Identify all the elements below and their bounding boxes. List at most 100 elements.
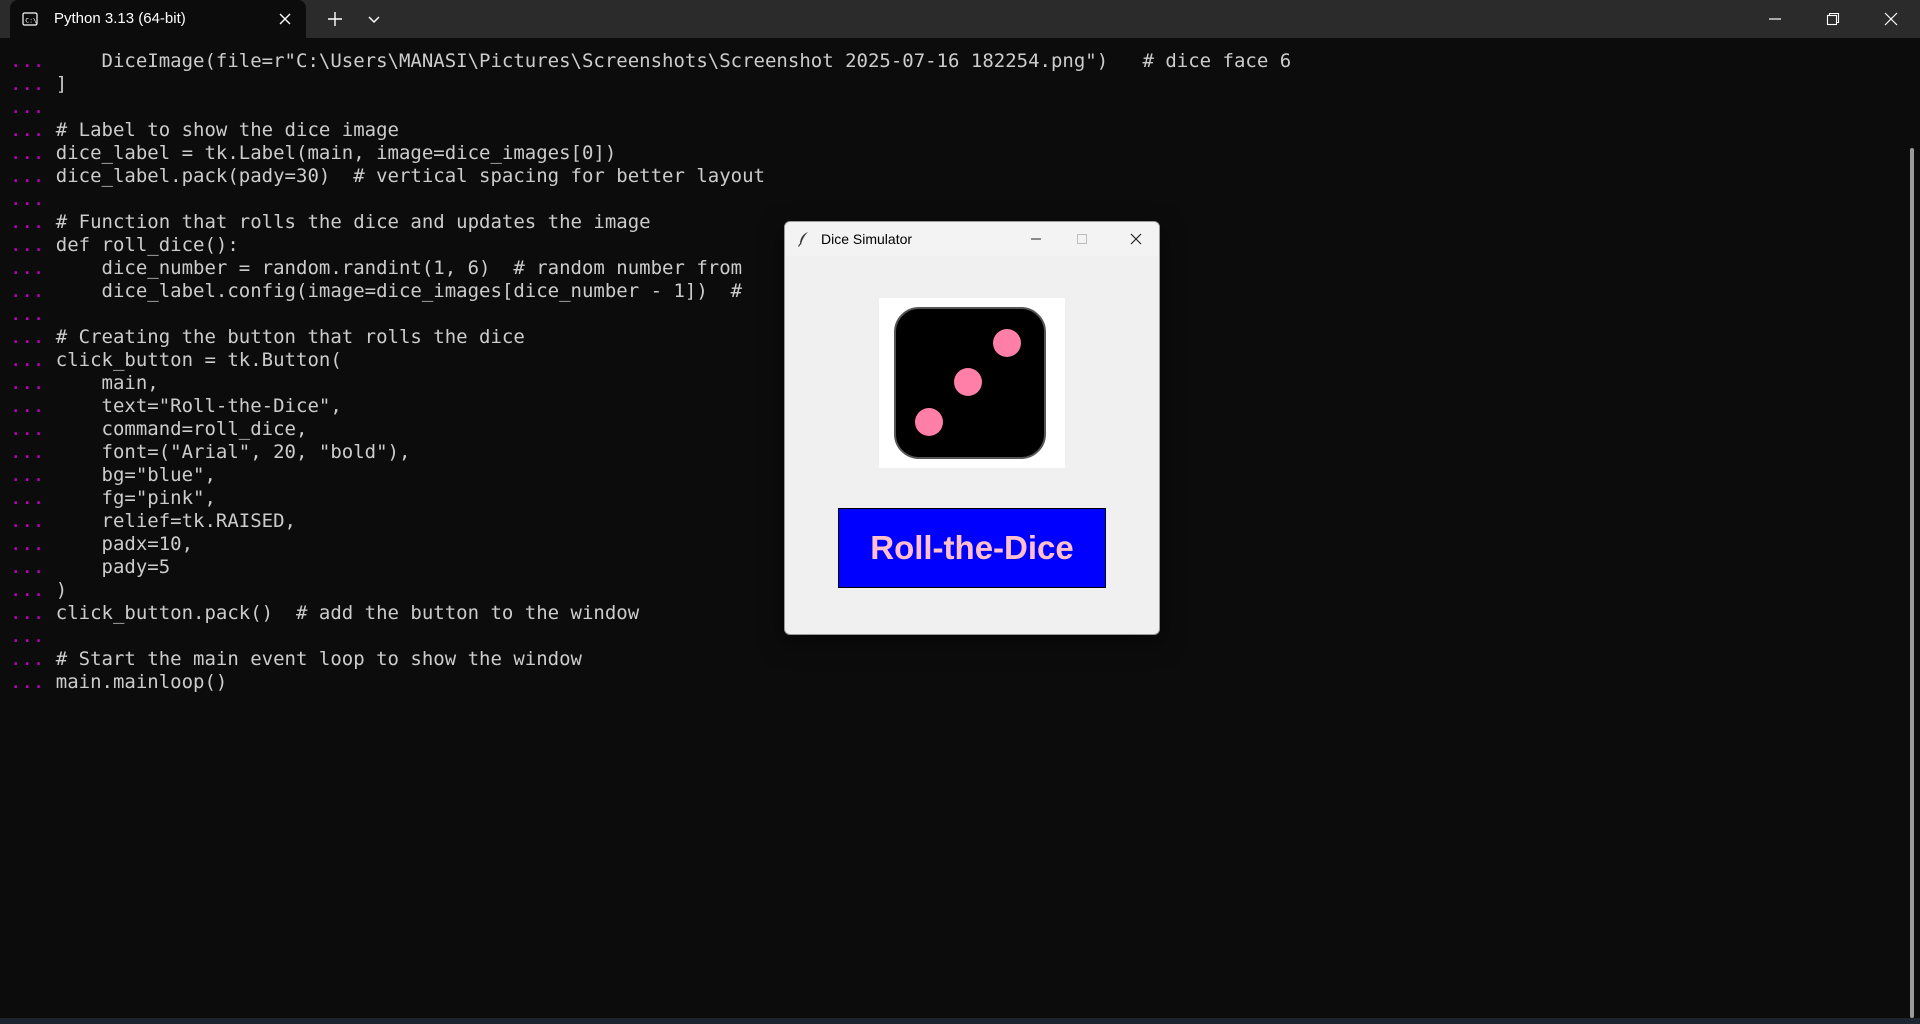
terminal-line: ... command=roll_dice, (10, 418, 307, 441)
terminal-line: ... ] (10, 73, 67, 96)
continuation-prompt: ... (10, 211, 45, 233)
continuation-prompt: ... (10, 579, 45, 601)
code-text: dice_label.config(image=dice_images[dice… (55, 280, 743, 302)
continuation-prompt: ... (10, 372, 45, 394)
roll-the-dice-button[interactable]: Roll-the-Dice (838, 508, 1106, 588)
code-text: command=roll_dice, (55, 418, 308, 440)
code-text: padx=10, (55, 533, 194, 555)
minimize-icon (1031, 238, 1041, 240)
terminal-line: ... dice_label.config(image=dice_images[… (10, 280, 742, 303)
continuation-prompt: ... (10, 556, 45, 578)
code-text: ) (55, 579, 68, 601)
continuation-prompt: ... (10, 671, 45, 693)
minimize-button[interactable] (1746, 0, 1804, 38)
code-text: click_button = tk.Button( (55, 349, 342, 371)
terminal-line: ... (10, 188, 56, 211)
code-text: click_button.pack() # add the button to … (55, 602, 640, 624)
code-text: dice_label = tk.Label(main, image=dice_i… (55, 142, 617, 164)
tk-minimize-button[interactable] (1013, 222, 1059, 256)
chevron-down-icon[interactable] (366, 11, 382, 27)
minimize-icon (1769, 18, 1781, 20)
terminal-line: ... # Start the main event loop to show … (10, 648, 582, 671)
code-text: dice_label.pack(pady=30) # vertical spac… (55, 165, 765, 187)
dice-face-graphic (894, 307, 1046, 459)
terminal-line: ... dice_label = tk.Label(main, image=di… (10, 142, 616, 165)
continuation-prompt: ... (10, 142, 45, 164)
close-button[interactable] (1862, 0, 1920, 38)
terminal-line: ... main.mainloop() (10, 671, 227, 694)
new-tab-icon[interactable] (326, 10, 344, 28)
continuation-prompt: ... (10, 119, 45, 141)
continuation-prompt: ... (10, 303, 45, 325)
taskbar-edge (0, 1018, 1920, 1024)
terminal-line: ... bg="blue", (10, 464, 216, 487)
code-text: relief=tk.RAISED, (55, 510, 296, 532)
close-icon (1884, 12, 1898, 26)
terminal-line: ... DiceImage(file=r"C:\Users\MANASI\Pic… (10, 50, 1291, 73)
continuation-prompt: ... (10, 418, 45, 440)
terminal-line: ... (10, 303, 56, 326)
terminal-icon: C:\ (22, 12, 38, 26)
terminal-line: ... (10, 625, 56, 648)
code-text: text="Roll-the-Dice", (55, 395, 342, 417)
terminal-line: ... # Label to show the dice image (10, 119, 399, 142)
tk-maximize-button[interactable] (1059, 222, 1105, 256)
continuation-prompt: ... (10, 349, 45, 371)
continuation-prompt: ... (10, 326, 45, 348)
continuation-prompt: ... (10, 73, 45, 95)
tk-titlebar[interactable]: Dice Simulator (785, 222, 1159, 256)
terminal-line: ... dice_number = random.randint(1, 6) #… (10, 257, 742, 280)
continuation-prompt: ... (10, 234, 45, 256)
continuation-prompt: ... (10, 625, 45, 647)
terminal-line: ... pady=5 (10, 556, 170, 579)
dice-pip (915, 408, 943, 436)
continuation-prompt: ... (10, 441, 45, 463)
dice-image (879, 298, 1065, 468)
continuation-prompt: ... (10, 395, 45, 417)
continuation-prompt: ... (10, 510, 45, 532)
code-text: fg="pink", (55, 487, 216, 509)
continuation-prompt: ... (10, 188, 45, 210)
continuation-prompt: ... (10, 602, 45, 624)
tk-close-button[interactable] (1113, 222, 1159, 256)
continuation-prompt: ... (10, 487, 45, 509)
code-text: dice_number = random.randint(1, 6) # ran… (55, 257, 743, 279)
terminal-line: ... (10, 96, 56, 119)
terminal-line: ... text="Roll-the-Dice", (10, 395, 342, 418)
terminal-scrollbar[interactable] (1910, 148, 1914, 1018)
dice-pip (954, 368, 982, 396)
terminal-line: ... # Creating the button that rolls the… (10, 326, 525, 349)
code-text: ] (55, 73, 68, 95)
continuation-prompt: ... (10, 96, 45, 118)
continuation-prompt: ... (10, 257, 45, 279)
code-text: pady=5 (55, 556, 171, 578)
tab-title: Python 3.13 (64-bit) (54, 10, 186, 27)
continuation-prompt: ... (10, 533, 45, 555)
continuation-prompt: ... (10, 50, 45, 72)
terminal-tab[interactable]: C:\ Python 3.13 (64-bit) (10, 0, 306, 38)
dice-simulator-window: Dice Simulator Roll-the-Dice (784, 221, 1160, 635)
feather-icon (797, 232, 808, 247)
continuation-prompt: ... (10, 280, 45, 302)
terminal-line: ... ) (10, 579, 67, 602)
terminal-line: ... def roll_dice(): (10, 234, 239, 257)
code-text: main.mainloop() (55, 671, 228, 693)
terminal-line: ... # Function that rolls the dice and u… (10, 211, 651, 234)
tab-close-icon[interactable] (276, 10, 294, 28)
terminal-titlebar: C:\ Python 3.13 (64-bit) (0, 0, 1920, 38)
terminal-line: ... fg="pink", (10, 487, 216, 510)
code-text: # Function that rolls the dice and updat… (55, 211, 651, 233)
continuation-prompt: ... (10, 165, 45, 187)
continuation-prompt: ... (10, 648, 45, 670)
code-text: # Start the main event loop to show the … (55, 648, 582, 670)
svg-text:C:\: C:\ (25, 17, 37, 25)
close-icon (1130, 233, 1142, 245)
code-text: DiceImage(file=r"C:\Users\MANASI\Picture… (55, 50, 1292, 72)
terminal-line: ... padx=10, (10, 533, 193, 556)
code-text: main, (55, 372, 159, 394)
dice-pip (993, 329, 1021, 357)
terminal-line: ... relief=tk.RAISED, (10, 510, 296, 533)
code-text: def roll_dice(): (55, 234, 239, 256)
restore-button[interactable] (1804, 0, 1862, 38)
restore-icon (1826, 12, 1840, 26)
